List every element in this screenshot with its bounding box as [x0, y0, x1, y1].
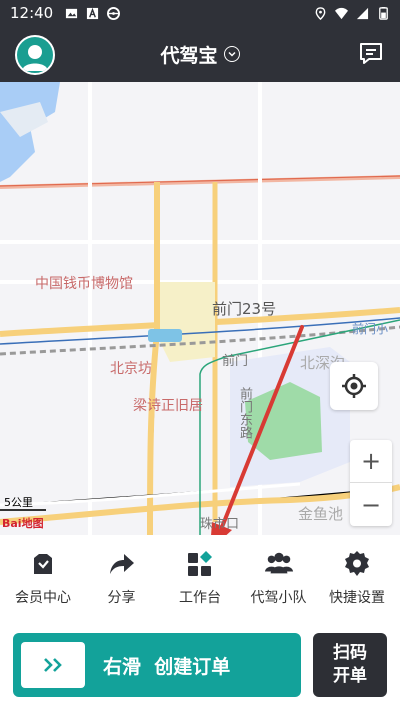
- map-label-jinyuchi: 金鱼池: [298, 505, 344, 523]
- wifi-icon: [335, 7, 348, 19]
- menu-label: 会员中心: [15, 590, 71, 606]
- zoom-control: + −: [350, 440, 392, 526]
- double-chevron-right-icon: [44, 658, 62, 672]
- battery-icon: [379, 6, 388, 20]
- bottom-menu: 会员中心 分享 工作台 代驾小队 快捷设置: [0, 535, 400, 615]
- map-scale-bar: [0, 509, 46, 511]
- map-label-qianmen-station: 前门: [222, 354, 249, 369]
- menu-label: 分享: [107, 590, 136, 606]
- gallery-icon: [66, 8, 78, 18]
- chevron-down-icon[interactable]: [223, 46, 240, 62]
- menu-label: 代驾小队: [250, 590, 307, 606]
- team-icon: [264, 552, 293, 574]
- map-label-museum: 中国钱币博物馆: [35, 276, 133, 292]
- app-header: 代驾宝: [0, 26, 400, 82]
- map-scale-label: 5公里: [4, 496, 33, 509]
- map-logo: Bai地图: [2, 517, 44, 530]
- workbench-icon: [188, 551, 212, 576]
- menu-item-team[interactable]: 代驾小队: [240, 535, 318, 615]
- menu-label: 工作台: [179, 590, 221, 606]
- locate-button[interactable]: [330, 362, 378, 410]
- share-icon: [109, 554, 134, 574]
- steering-wheel-icon: [107, 6, 121, 20]
- signal-icon: [356, 7, 369, 19]
- avatar[interactable]: [15, 35, 55, 75]
- user-avatar-icon: [22, 45, 48, 71]
- status-time: 12:40: [10, 4, 54, 22]
- menu-item-workbench[interactable]: 工作台: [161, 535, 239, 615]
- page-title[interactable]: 代驾宝: [160, 41, 217, 68]
- menu-item-share[interactable]: 分享: [83, 535, 161, 615]
- slide-create-order[interactable]: 右滑 创建订单: [13, 633, 301, 697]
- menu-item-quick-settings[interactable]: 快捷设置: [318, 535, 396, 615]
- member-center-icon: [34, 554, 52, 574]
- menu-item-member-center[interactable]: 会员中心: [4, 535, 82, 615]
- map-label-qianmen23: 前门23号: [212, 300, 277, 318]
- scan-label-line1: 扫码: [333, 643, 367, 664]
- zoom-in-button[interactable]: +: [350, 440, 392, 483]
- location-pin-icon: [315, 6, 326, 20]
- map-label-qianmen-dongjie: 前门东路: [237, 387, 252, 439]
- message-icon[interactable]: [358, 42, 384, 66]
- status-bar: 12:40: [0, 0, 400, 26]
- map-label-qianmenxiao: 前门小: [352, 322, 389, 336]
- slide-handle[interactable]: [21, 642, 85, 688]
- map-label-liangshi: 梁诗正旧居: [133, 398, 203, 414]
- settings-gear-icon: [345, 551, 369, 576]
- map-canvas: [0, 82, 400, 535]
- slide-label: 右滑 创建订单: [103, 655, 231, 678]
- menu-label: 快捷设置: [329, 590, 385, 606]
- map-view[interactable]: 中国钱币博物馆 前门23号 北京坊 前门 梁诗正旧居 北深沟 前门东路 前门小 …: [0, 82, 400, 535]
- zoom-out-button[interactable]: −: [350, 483, 392, 526]
- crosshair-location-icon: [342, 374, 366, 398]
- map-label-zhushikou: 珠市口: [200, 517, 240, 532]
- font-a-icon: [87, 7, 99, 19]
- scan-open-order-button[interactable]: 扫码 开单: [313, 633, 387, 697]
- map-label-beijingfang: 北京坊: [110, 361, 152, 377]
- scan-label-line2: 开单: [333, 666, 367, 686]
